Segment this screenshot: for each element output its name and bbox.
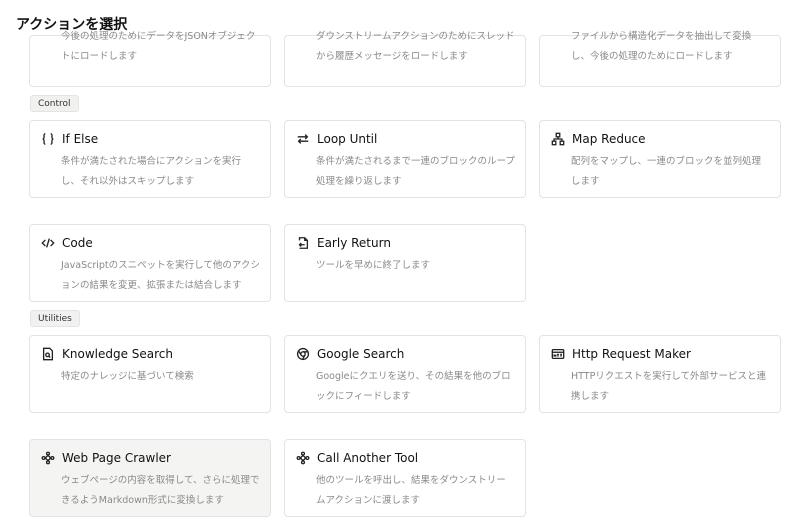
crawler-icon (40, 450, 56, 466)
action-card-google-search[interactable]: Google Search Googleにクエリを送り、その結果を他のブロックに… (284, 335, 526, 413)
card-title: Knowledge Search (62, 347, 174, 361)
card-description: 配列をマップし、一連のブロックを並列処理します (571, 156, 762, 187)
action-card-early-return[interactable]: Early Return ツールを早めに終了します (284, 224, 526, 302)
select-action-dialog: アクションを選択 今後の処理のためにデータをJSONオブジェクトにロードします … (0, 0, 786, 527)
google-icon (295, 346, 311, 362)
hierarchy-icon (550, 131, 566, 147)
card-title: Web Page Crawler (62, 451, 171, 465)
braces-icon (40, 131, 56, 147)
card-title: Loop Until (317, 132, 378, 146)
card-description: ツールを早めに終了します (316, 260, 431, 271)
action-card-knowledge-search[interactable]: Knowledge Search 特定のナレッジに基づいて検索 (29, 335, 271, 413)
card-description: 今後の処理のためにデータをJSONオブジェクトにロードします (61, 31, 256, 62)
action-card-extract-data[interactable]: ファイルから構造化データを抽出して変換し、今後の処理のためにロードします (539, 31, 781, 87)
action-card-web-page-crawler[interactable]: Web Page Crawler ウェブページの内容を取得して、さらに処理できる… (29, 439, 271, 517)
card-description: ダウンストリームアクションのためにスレッドから履歴メッセージをロードします (316, 31, 515, 62)
card-title: Early Return (317, 236, 391, 250)
card-description: ファイルから構造化データを抽出して変換し、今後の処理のためにロードします (571, 31, 752, 62)
card-description: JavaScriptのスニペットを実行して他のアクションの結果を変更、拡張または… (61, 260, 260, 291)
action-card-map-reduce[interactable]: Map Reduce 配列をマップし、一連のブロックを並列処理します (539, 120, 781, 198)
http-icon (550, 346, 566, 362)
card-description: Googleにクエリを送り、その結果を他のブロックにフィードします (316, 371, 511, 402)
code-icon (40, 235, 56, 251)
action-card-http-request[interactable]: Http Request Maker HTTPリクエストを実行して外部サービスと… (539, 335, 781, 413)
card-title: Code (62, 236, 93, 250)
tool-icon (295, 450, 311, 466)
card-description: 他のツールを呼出し、結果をダウンストリームアクションに渡します (316, 475, 506, 506)
card-title: If Else (62, 132, 99, 146)
return-doc-icon (295, 235, 311, 251)
card-title: Http Request Maker (572, 347, 691, 361)
card-description: 条件が満たされるまで一連のブロックのループ処理を繰り返します (316, 156, 515, 187)
action-card-thread-history[interactable]: ダウンストリームアクションのためにスレッドから履歴メッセージをロードします (284, 31, 526, 87)
doc-search-icon (40, 346, 56, 362)
card-description: 特定のナレッジに基づいて検索 (61, 371, 194, 382)
action-card-json-load[interactable]: 今後の処理のためにデータをJSONオブジェクトにロードします (29, 31, 271, 87)
card-description: HTTPリクエストを実行して外部サービスと連携します (571, 371, 767, 402)
card-title: Google Search (317, 347, 405, 361)
card-description: ウェブページの内容を取得して、さらに処理できるようMarkdown形式に変換しま… (61, 475, 260, 506)
section-label-control: Control (30, 95, 79, 112)
action-card-code[interactable]: Code JavaScriptのスニペットを実行して他のアクションの結果を変更、… (29, 224, 271, 302)
loop-arrows-icon (295, 131, 311, 147)
action-card-call-another-tool[interactable]: Call Another Tool 他のツールを呼出し、結果をダウンストリームア… (284, 439, 526, 517)
card-description: 条件が満たされた場合にアクションを実行し、それ以外はスキップします (61, 156, 242, 187)
action-card-if-else[interactable]: If Else 条件が満たされた場合にアクションを実行し、それ以外はスキップしま… (29, 120, 271, 198)
card-title: Call Another Tool (317, 451, 419, 465)
action-card-loop-until[interactable]: Loop Until 条件が満たされるまで一連のブロックのループ処理を繰り返しま… (284, 120, 526, 198)
section-label-utilities: Utilities (30, 310, 80, 327)
card-title: Map Reduce (572, 132, 646, 146)
